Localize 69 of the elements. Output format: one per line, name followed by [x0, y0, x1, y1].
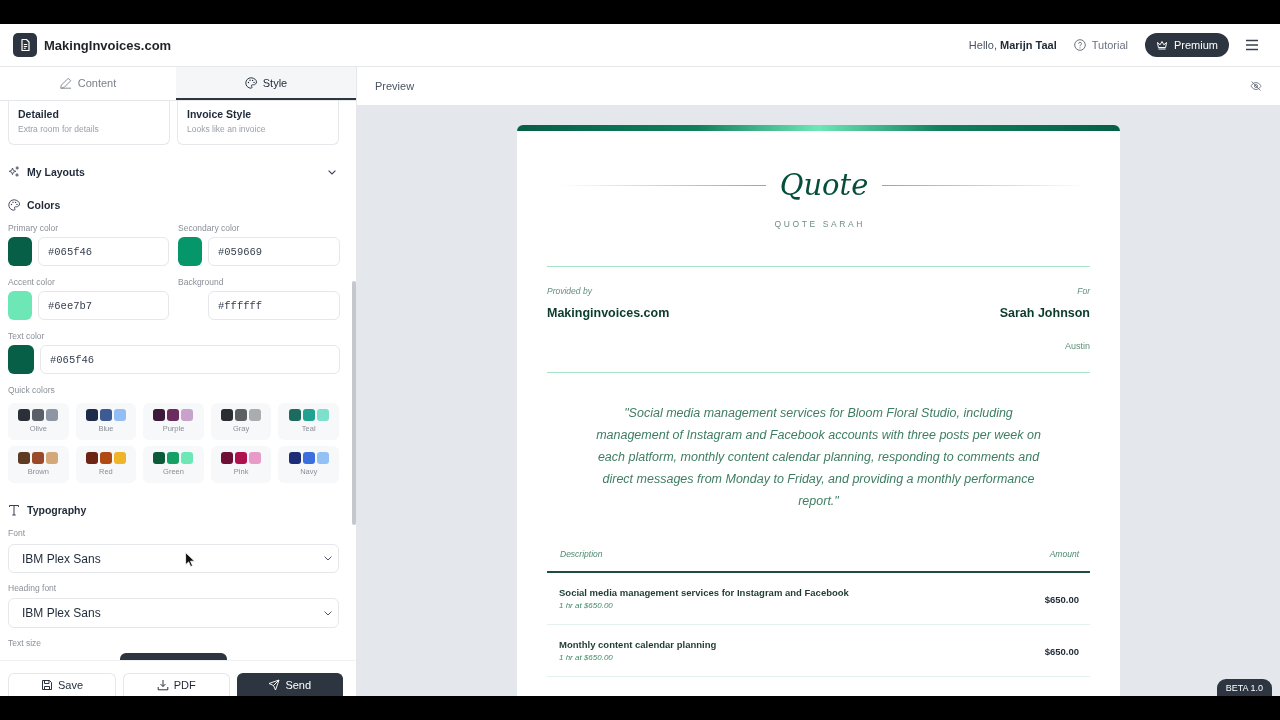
pdf-button[interactable]: PDF [123, 673, 230, 696]
field-label: Quick colors [8, 384, 55, 396]
document-icon[interactable] [13, 33, 37, 57]
field-label: Secondary color [178, 222, 241, 234]
send-icon [268, 679, 281, 691]
layout-option-card[interactable]: Detailed Extra room for details [8, 101, 170, 145]
item-detail: 1 hr at $650.00 [559, 600, 613, 612]
palette-icon [244, 76, 257, 89]
column-header: Description [560, 548, 603, 560]
pencil-icon [59, 76, 72, 89]
field-label: Text size [8, 637, 42, 649]
hex-input[interactable]: #ffffff [208, 291, 340, 320]
party-city: Austin [1065, 340, 1090, 352]
field-label: Text color [8, 330, 46, 342]
color-swatch-icon[interactable] [178, 237, 202, 266]
save-icon [40, 679, 53, 691]
document-summary: "Social media management services for Bloom Floral Studio, including management of Instagram and Facebook accounts with three posts per week on each platform, monthly content calendar planning, responding to comments and direct messages from Monday to Friday, and providing a monthly performance report." [596, 405, 1041, 510]
hex-input[interactable]: #059669 [208, 237, 340, 266]
column-header: Amount [1049, 548, 1079, 560]
hex-input[interactable]: #6ee7b7 [38, 291, 169, 320]
color-swatch-icon[interactable] [8, 237, 32, 266]
menu-icon[interactable] [1246, 39, 1258, 51]
greeting-text: Hello, Marijn Taal [968, 39, 1057, 51]
hex-input[interactable]: #065f46 [38, 237, 169, 266]
field-label: Background [178, 276, 225, 288]
hex-input[interactable]: #065f46 [40, 345, 340, 374]
field-label: Accent color [8, 276, 56, 288]
party-name: Sarah Johnson [999, 305, 1090, 321]
field-label: Font [8, 527, 25, 539]
panel-title: Preview [375, 80, 415, 92]
party-label: Provided by [547, 286, 592, 297]
sparkle-icon [8, 166, 20, 178]
font-select[interactable]: IBM Plex Sans [8, 598, 339, 628]
item-description: Social media management services for Instagram and Facebook [559, 587, 849, 599]
section-title: Colors [27, 199, 61, 211]
party-name: Makinginvoices.com [547, 305, 670, 321]
letter-t-icon [8, 504, 20, 516]
item-amount: $650.00 [1044, 594, 1079, 605]
scrollbar-thumb[interactable] [352, 281, 356, 525]
beta-badge: BETA 1.0 [1216, 679, 1272, 696]
download-icon [156, 679, 169, 691]
chevron-down-icon [324, 610, 332, 616]
font-select[interactable]: IBM Plex Sans [8, 544, 339, 573]
eye-slash-icon[interactable] [1250, 80, 1262, 92]
layout-option-card[interactable]: Invoice Style Looks like an invoice [177, 101, 339, 145]
item-detail: 1 hr at $650.00 [559, 652, 613, 664]
palette-icon [8, 199, 20, 211]
item-amount: $650.00 [1044, 646, 1079, 657]
chevron-down-icon [324, 556, 332, 561]
mouse-pointer-icon [185, 552, 195, 567]
save-button[interactable]: Save [8, 673, 116, 696]
party-label: For [1077, 286, 1090, 297]
document-reference: QUOTE SARAH [773, 218, 866, 230]
tutorial-button[interactable]: Tutorial [1073, 39, 1128, 51]
text-size-option[interactable] [120, 653, 227, 660]
field-label: Primary color [8, 222, 60, 234]
crown-icon [1156, 39, 1168, 51]
section-title: Typography [27, 504, 87, 516]
document-title: Quote [779, 167, 869, 203]
help-icon [1073, 39, 1086, 51]
premium-button[interactable]: Premium [1145, 33, 1229, 57]
color-swatch-icon[interactable] [8, 345, 34, 374]
field-label: Heading font [8, 582, 57, 594]
color-swatch-icon[interactable] [8, 291, 32, 320]
item-description: Monthly content calendar planning [559, 639, 717, 651]
my-layouts-toggle[interactable]: My Layouts [8, 162, 339, 182]
editor-tab[interactable]: Style [176, 67, 356, 100]
brand-name[interactable]: MakingInvoices.com [44, 37, 172, 53]
send-button[interactable]: Send [236, 673, 343, 696]
